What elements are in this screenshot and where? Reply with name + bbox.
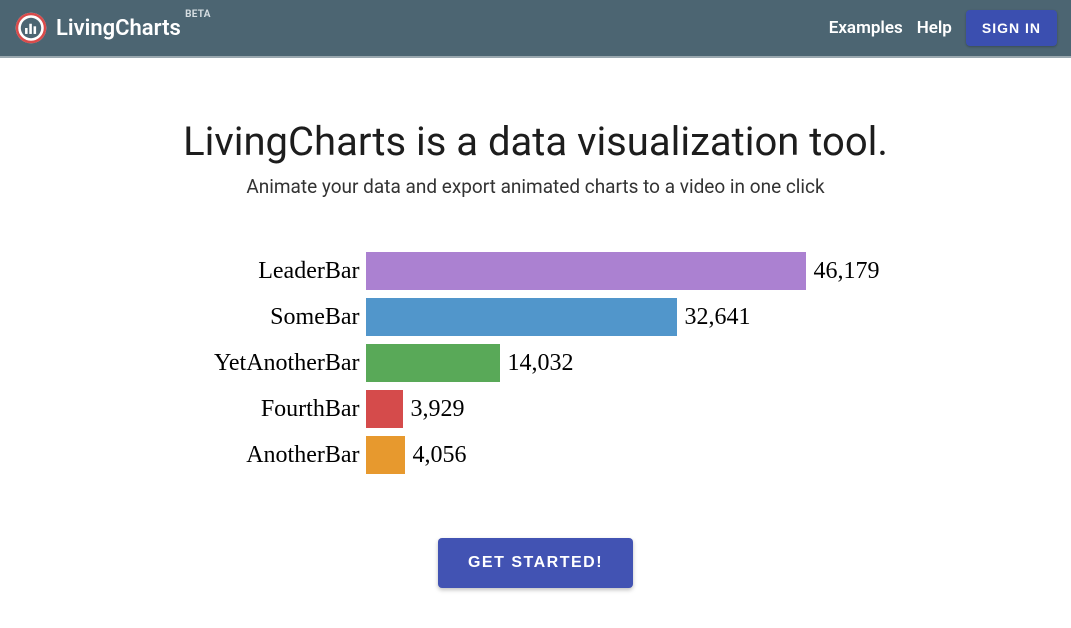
chart-row: YetAnotherBar 14,032 [156, 340, 916, 386]
chart-bar [366, 344, 500, 382]
get-started-button[interactable]: GET STARTED! [438, 538, 633, 588]
hero-title: LivingCharts is a data visualization too… [106, 118, 966, 165]
chart-value-label: 32,641 [677, 304, 751, 331]
chart-category-label: FourthBar [156, 396, 366, 423]
chart-category-label: LeaderBar [156, 258, 366, 285]
beta-badge: BETA [185, 9, 211, 20]
sign-in-button[interactable]: SIGN IN [966, 10, 1057, 46]
chart-category-label: YetAnotherBar [156, 350, 366, 377]
chart-row: AnotherBar 4,056 [156, 432, 916, 478]
chart-bar [366, 390, 403, 428]
site-header: LivingCharts BETA Examples Help SIGN IN [0, 0, 1071, 58]
chart-value-label: 4,056 [405, 442, 467, 469]
hero-subtitle: Animate your data and export animated ch… [106, 175, 966, 198]
chart-track: 32,641 [366, 294, 916, 340]
chart-row: FourthBar 3,929 [156, 386, 916, 432]
bar-chart-logo-icon [14, 11, 48, 45]
nav-help[interactable]: Help [917, 18, 952, 38]
chart-row: LeaderBar 46,179 [156, 248, 916, 294]
brand[interactable]: LivingCharts BETA [14, 11, 181, 45]
chart-category-label: SomeBar [156, 304, 366, 331]
chart-bar [366, 252, 806, 290]
chart-track: 46,179 [366, 248, 916, 294]
chart-bar [366, 298, 677, 336]
chart-bar [366, 436, 405, 474]
chart-row: SomeBar 32,641 [156, 294, 916, 340]
demo-bar-chart: LeaderBar 46,179 SomeBar 32,641 YetAnotherBa… [156, 248, 916, 478]
chart-track: 14,032 [366, 340, 916, 386]
brand-name: LivingCharts [56, 16, 181, 41]
chart-track: 4,056 [366, 432, 916, 478]
main-content: LivingCharts is a data visualization too… [86, 58, 986, 628]
nav-examples[interactable]: Examples [829, 18, 903, 38]
chart-value-label: 46,179 [806, 258, 880, 285]
chart-category-label: AnotherBar [156, 442, 366, 469]
top-nav: Examples Help SIGN IN [829, 10, 1057, 46]
chart-track: 3,929 [366, 386, 916, 432]
chart-value-label: 3,929 [403, 396, 465, 423]
chart-value-label: 14,032 [500, 350, 574, 377]
